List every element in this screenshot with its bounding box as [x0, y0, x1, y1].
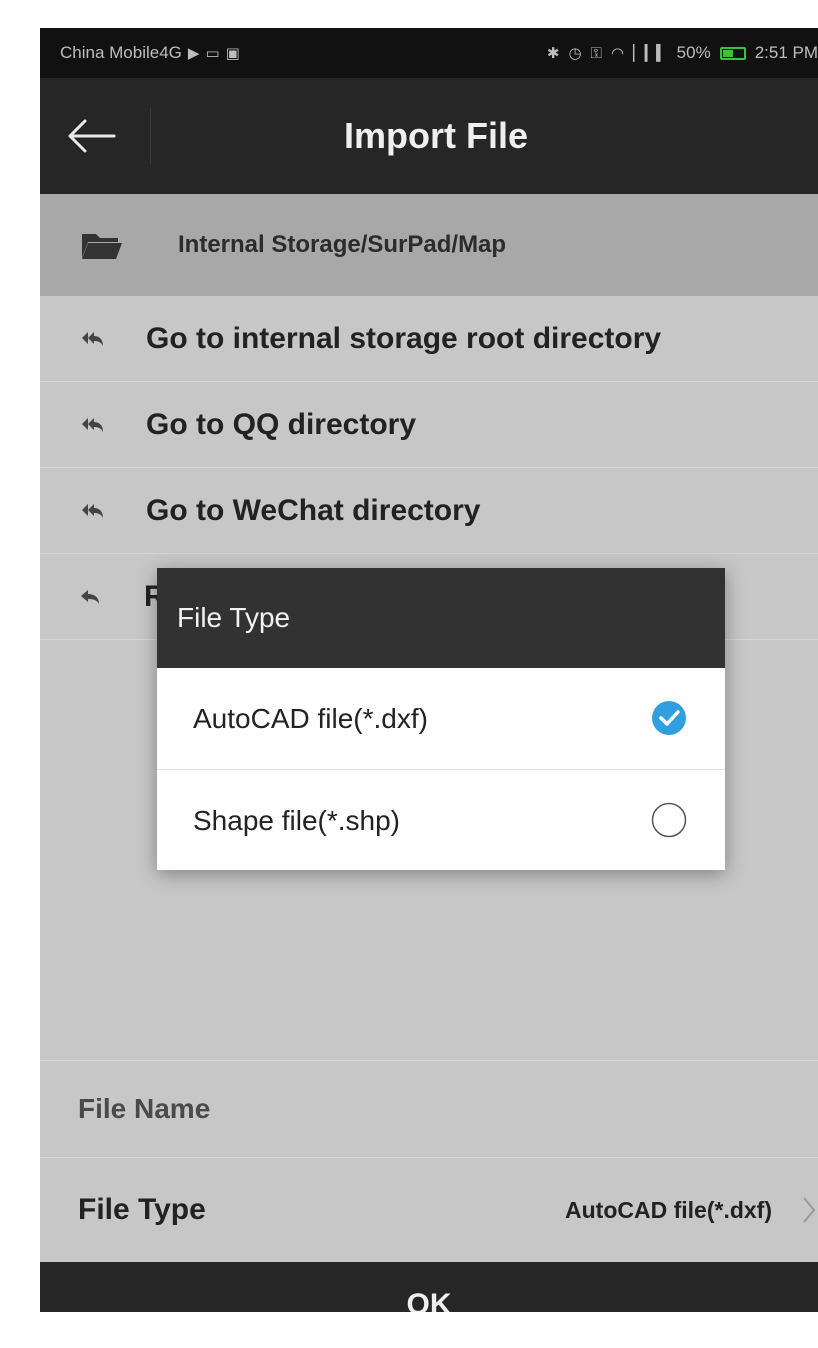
- nav-item-wechat[interactable]: Go to WeChat directory: [40, 468, 818, 554]
- option-autocad[interactable]: AutoCAD file(*.dxf): [157, 668, 725, 769]
- file-type-label: File Type: [78, 1193, 206, 1226]
- nav-item-qq[interactable]: Go to QQ directory: [40, 382, 818, 468]
- reply-icon: [80, 586, 104, 608]
- back-button[interactable]: [62, 108, 122, 164]
- cast-icon: ▭: [205, 45, 220, 62]
- unchecked-circle-icon[interactable]: [651, 802, 687, 838]
- file-type-value: AutoCAD file(*.dxf): [565, 1196, 772, 1223]
- battery-percent: 50%: [676, 43, 711, 62]
- image-icon: ▣: [225, 45, 240, 62]
- battery-fill: [722, 49, 733, 57]
- reply-all-icon: [80, 414, 104, 436]
- status-bar: China Mobile4G ▶ ▭ ▣ ✱ ◷ ⚿ ◠ ▏▎▍ 50% 2:5…: [40, 28, 818, 78]
- dialog-title: File Type: [157, 568, 725, 668]
- phone-screen: China Mobile4G ▶ ▭ ▣ ✱ ◷ ⚿ ◠ ▏▎▍ 50% 2:5…: [40, 28, 818, 1312]
- option-label: AutoCAD file(*.dxf): [193, 702, 428, 734]
- nav-item-label: Go to internal storage root directory: [146, 321, 662, 355]
- carrier-label: China Mobile4G: [60, 43, 182, 62]
- wifi-icon: ◠: [610, 45, 625, 62]
- option-shape[interactable]: Shape file(*.shp): [157, 769, 725, 871]
- checked-circle-icon[interactable]: [651, 700, 687, 736]
- file-type-dialog: File Type AutoCAD file(*.dxf) Shape file…: [157, 568, 725, 870]
- signal-arrow-icon: ▶: [187, 45, 200, 62]
- option-label: Shape file(*.shp): [193, 804, 401, 836]
- current-path: Internal Storage/SurPad/Map: [178, 231, 507, 258]
- reply-all-icon: [80, 328, 104, 350]
- cellular-icon: ▏▎▍: [633, 45, 668, 62]
- current-path-bar: Internal Storage/SurPad/Map: [40, 194, 818, 296]
- nav-item-label: Go to QQ directory: [146, 407, 417, 441]
- app-bar-divider: [150, 108, 151, 164]
- reply-all-icon: [80, 500, 104, 522]
- page-title: Import File: [343, 115, 528, 156]
- chevron-right-icon: [803, 1197, 816, 1223]
- arrow-left-icon: [68, 119, 116, 153]
- key-icon: ⚿: [590, 44, 602, 62]
- file-name-field[interactable]: File Name: [40, 1060, 818, 1158]
- nav-item-label: Go to WeChat directory: [146, 493, 481, 527]
- app-bar: Import File: [40, 78, 818, 194]
- ok-button[interactable]: OK: [40, 1262, 818, 1312]
- alarm-icon: ◷: [568, 45, 582, 62]
- file-name-label: File Name: [78, 1093, 211, 1124]
- clock: 2:51 PM: [754, 43, 818, 62]
- bluetooth-icon: ✱: [546, 45, 560, 62]
- folder-icon: [82, 234, 122, 259]
- file-type-selector[interactable]: File Type AutoCAD file(*.dxf): [40, 1158, 818, 1262]
- nav-item-internal-root[interactable]: Go to internal storage root directory: [40, 296, 818, 382]
- battery-icon: [719, 46, 746, 60]
